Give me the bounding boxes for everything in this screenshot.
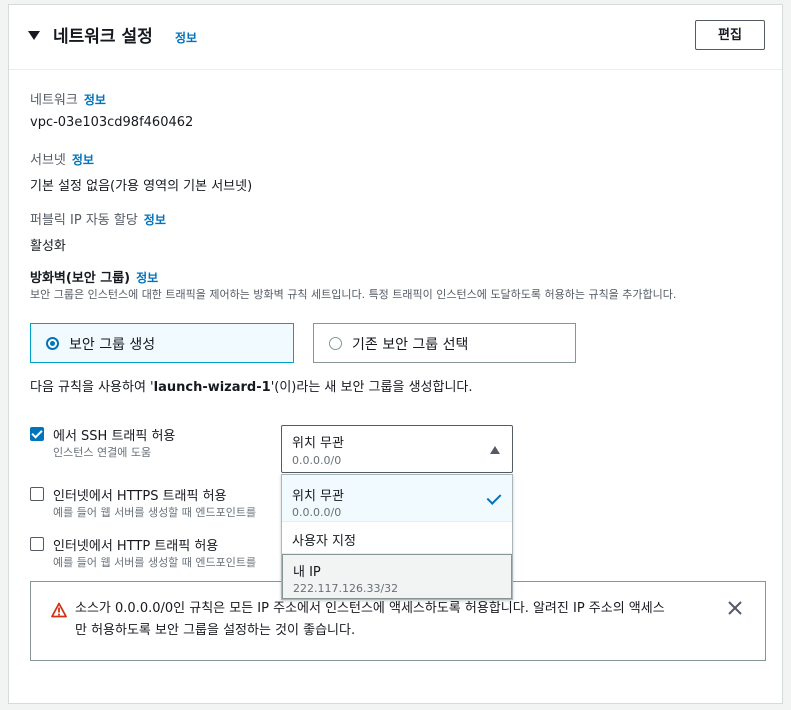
option-my-ip-label: 내 IP [293,565,321,580]
public-ip-label: 퍼블릭 IP 자동 할당 정보 [30,209,166,228]
source-select-value: 위치 무관 [292,436,344,451]
collapse-caret-icon[interactable] [28,31,40,40]
firewall-title: 방화벽(보안 그룹) 정보 [30,267,158,286]
title-info-link[interactable]: 정보 [175,29,197,46]
option-anywhere-label: 위치 무관 [292,489,344,504]
create-security-group-label: 보안 그룹 생성 [69,337,156,353]
option-custom[interactable]: 사용자 지정 [282,522,512,554]
option-custom-label: 사용자 지정 [292,534,356,549]
security-group-name: launch-wizard-1 [153,380,271,395]
source-options-menu: 위치 무관 0.0.0.0/0 사용자 지정 내 IP 222.117.126.… [281,474,513,600]
option-my-ip-sub: 222.117.126.33/32 [293,582,399,595]
ssh-rule-sub: 인스턴스 연결에 도움 [53,446,152,459]
http-checkbox[interactable] [30,537,44,551]
https-checkbox[interactable] [30,487,44,501]
public-ip-label-text: 퍼블릭 IP 자동 할당 [30,213,138,228]
edit-button[interactable]: 편집 [695,20,765,50]
ssh-checkbox[interactable] [30,427,44,441]
option-anywhere[interactable]: 위치 무관 0.0.0.0/0 [282,475,512,522]
https-rule-sub: 예를 들어 웹 서버를 생성할 때 엔드포인트를 [53,506,257,519]
panel-header: 네트워크 설정 정보 편집 [9,5,782,70]
create-security-group-option[interactable]: 보안 그룹 생성 [30,323,294,363]
checkmark-icon [486,490,502,505]
security-group-rule-text: 다음 규칙을 사용하여 'launch-wizard-1'(이)라는 새 보안 … [30,376,473,395]
subnet-info-link[interactable]: 정보 [72,153,94,167]
public-ip-value: 활성화 [30,239,66,254]
source-select-sub: 0.0.0.0/0 [292,454,342,467]
https-rule-label: 인터넷에서 HTTPS 트래픽 허용 [53,489,227,504]
radio-selected-icon[interactable] [46,337,59,350]
close-icon[interactable] [727,600,743,616]
subnet-label-text: 서브넷 [30,153,66,168]
panel-title: 네트워크 설정 [53,27,153,47]
network-info-link[interactable]: 정보 [84,93,106,107]
ssh-rule-label: 에서 SSH 트래픽 허용 [53,429,176,444]
source-type-select[interactable]: 위치 무관 0.0.0.0/0 [281,425,513,473]
option-anywhere-sub: 0.0.0.0/0 [292,506,342,519]
firewall-title-text: 방화벽(보안 그룹) [30,271,131,286]
http-rule-label: 인터넷에서 HTTP 트래픽 허용 [53,539,219,554]
select-existing-group-label: 기존 보안 그룹 선택 [352,337,469,353]
firewall-description: 보안 그룹은 인스턴스에 대한 트래픽을 제어하는 방화벽 규칙 세트입니다. … [30,288,677,301]
network-settings-panel: 네트워크 설정 정보 편집 네트워크 정보 vpc-03e103cd98f4604… [8,4,783,704]
warning-alert-text: 소스가 0.0.0.0/0인 규칙은 모든 IP 주소에서 인스턴스에 액세스하… [75,601,665,638]
http-rule-sub: 예를 들어 웹 서버를 생성할 때 엔드포인트를 [53,556,257,569]
select-existing-group-option[interactable]: 기존 보안 그룹 선택 [313,323,576,363]
network-label: 네트워크 정보 [30,89,106,108]
warning-icon [51,602,67,618]
rule-text-suffix: '(이)라는 새 보안 그룹을 생성합니다. [270,380,473,395]
subnet-label: 서브넷 정보 [30,149,94,168]
radio-unselected-icon[interactable] [329,337,342,350]
firewall-info-link[interactable]: 정보 [136,271,158,285]
network-label-text: 네트워크 [30,93,78,108]
network-value: vpc-03e103cd98f460462 [30,115,194,130]
caret-up-icon[interactable] [490,446,500,454]
rule-text-prefix: 다음 규칙을 사용하여 ' [30,380,154,395]
option-my-ip[interactable]: 내 IP 222.117.126.33/32 [282,554,512,599]
subnet-value: 기본 설정 없음(가용 영역의 기본 서브넷) [30,179,253,194]
public-ip-info-link[interactable]: 정보 [144,213,166,227]
